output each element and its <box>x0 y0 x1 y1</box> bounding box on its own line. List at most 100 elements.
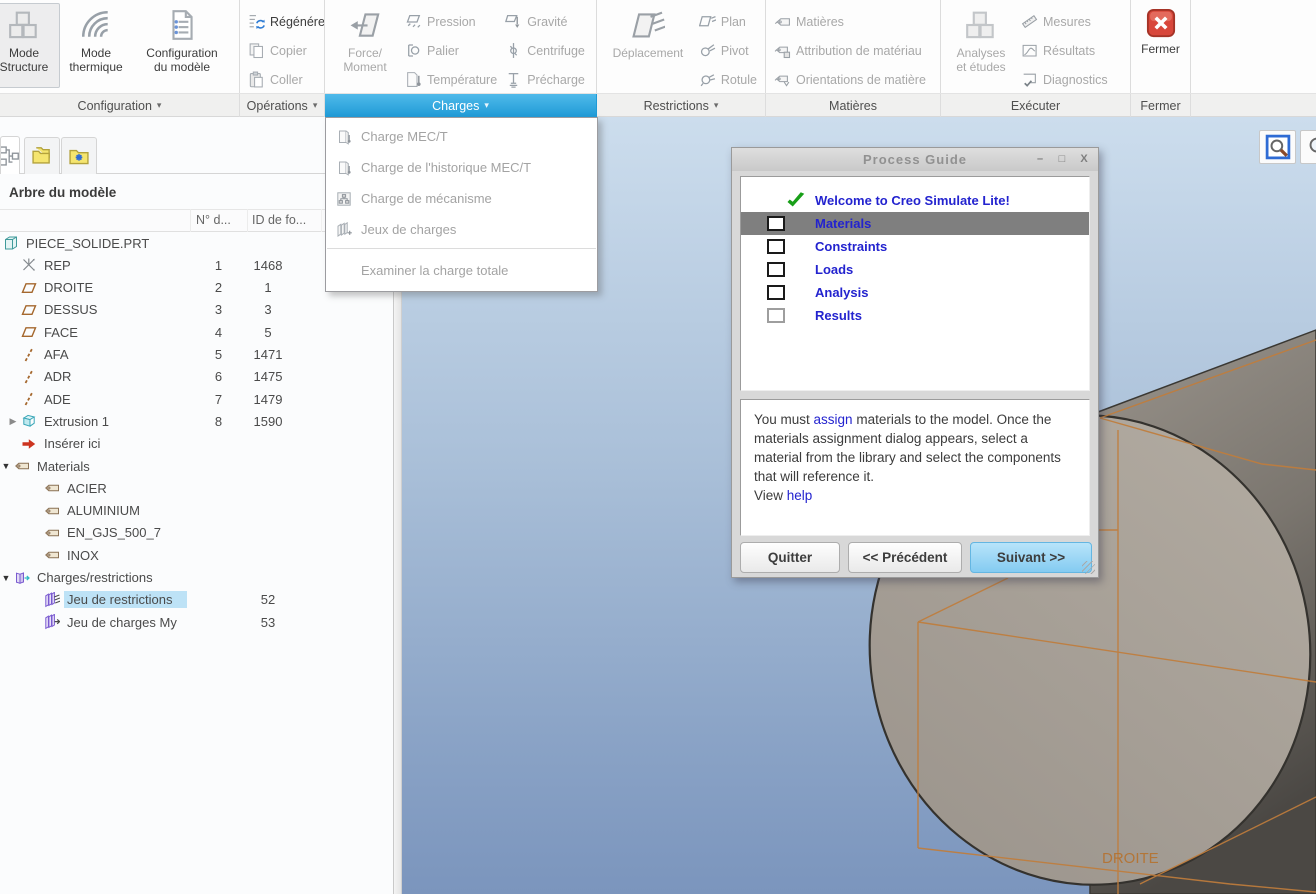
tree-row[interactable]: AFA 5 1471 <box>0 344 393 366</box>
menu-item-label: Charge MEC/T <box>361 129 448 144</box>
datum-plane-label: DROITE <box>1102 850 1159 867</box>
quit-button[interactable]: Quitter <box>740 542 840 573</box>
group-label-configuration[interactable]: Configuration ▾ <box>0 94 240 117</box>
bearing-button[interactable]: Palier <box>401 36 501 65</box>
ball-joint-icon <box>699 71 716 88</box>
menu-item-load-sets[interactable]: Jeux de charges <box>326 214 597 245</box>
button-label: du modèle <box>153 59 211 74</box>
resize-grip[interactable] <box>1082 561 1095 574</box>
zoom-button[interactable] <box>1300 130 1316 164</box>
assign-link[interactable]: assign <box>814 412 853 427</box>
checkbox[interactable] <box>767 285 785 300</box>
tab-model-tree[interactable] <box>0 136 20 174</box>
diagnostics-button[interactable]: Diagnostics <box>1017 65 1112 93</box>
model-setup-button[interactable]: Configuration du modèle <box>132 3 232 88</box>
tree-row[interactable]: DESSUS 3 3 <box>0 299 393 321</box>
material-orient-button[interactable]: Orientations de matière <box>770 65 930 93</box>
regenerate-button[interactable]: Régénérer <box>244 7 325 36</box>
checkbox[interactable] <box>767 239 785 254</box>
temperature-button[interactable]: Température <box>401 65 501 93</box>
process-step[interactable]: Constraints <box>741 235 1089 258</box>
mode-structure-button[interactable]: Mode Structure <box>0 3 60 88</box>
feature-id: 52 <box>260 592 276 608</box>
column-feature-id[interactable]: ID de fo... <box>252 213 318 227</box>
feature-number: 3 <box>214 302 223 318</box>
tree-row[interactable]: ADE 7 1479 <box>0 388 393 410</box>
tree-row[interactable]: ACIER <box>0 477 393 499</box>
preload-icon <box>505 71 522 88</box>
force-moment-button[interactable]: Force/Moment <box>329 3 401 88</box>
group-label-ex-cuter[interactable]: Exécuter <box>941 94 1131 117</box>
close-app-button[interactable]: Fermer <box>1135 3 1186 88</box>
group-label-charges[interactable]: Charges ▾ <box>325 94 597 117</box>
paste-button[interactable]: Coller <box>244 65 324 93</box>
tree-row[interactable]: ▼ Charges/restrictions <box>0 567 393 589</box>
mode-thermal-button[interactable]: Mode thermique <box>60 3 132 88</box>
tree-row[interactable]: Insérer ici <box>0 433 393 455</box>
tree-row[interactable]: FACE 4 5 <box>0 321 393 343</box>
material-assign-button[interactable]: Attribution de matériau <box>770 36 930 65</box>
plane-constraint-button[interactable]: Plan <box>695 7 761 36</box>
process-step[interactable]: Materials <box>741 212 1089 235</box>
tree-row[interactable]: INOX <box>0 544 393 566</box>
close-icon[interactable]: X <box>1076 151 1092 167</box>
menu-item-mect-history-load[interactable]: Charge de l'historique MEC/T <box>326 152 597 183</box>
material-tag-icon <box>44 525 60 541</box>
materials-button[interactable]: Matières <box>770 7 930 36</box>
checkbox[interactable] <box>767 308 785 323</box>
tree-row[interactable]: ▼ Materials <box>0 455 393 477</box>
collapse-arrow-icon[interactable]: ▼ <box>1 573 11 583</box>
pivot-button[interactable]: Pivot <box>695 36 761 65</box>
help-link[interactable]: help <box>787 488 813 503</box>
minimize-icon[interactable]: – <box>1032 151 1048 167</box>
process-step[interactable]: Welcome to Creo Simulate Lite! <box>741 189 1089 212</box>
displacement-button[interactable]: Déplacement <box>601 3 695 88</box>
group-label-op-rations[interactable]: Opérations ▾ <box>240 94 325 117</box>
expand-arrow-icon[interactable]: ▶ <box>8 416 18 427</box>
button-label: Régénérer <box>270 14 325 29</box>
step-label: Loads <box>815 262 854 277</box>
tree-row-label: Insérer ici <box>44 436 101 452</box>
checkbox[interactable] <box>767 216 785 231</box>
maximize-icon[interactable]: □ <box>1054 151 1070 167</box>
results-button[interactable]: Résultats <box>1017 36 1112 65</box>
tree-row[interactable]: Jeu de restrictions 52 <box>0 589 393 611</box>
load-sets-icon <box>336 221 352 238</box>
gravity-button[interactable]: Gravité <box>501 7 589 36</box>
group-label-restrictions[interactable]: Restrictions ▾ <box>597 94 766 117</box>
centrifugal-button[interactable]: Centrifuge <box>501 36 589 65</box>
tab-favorites[interactable] <box>61 137 97 174</box>
menu-item-label: Charge de mécanisme <box>361 191 492 206</box>
menu-item-mect-load[interactable]: Charge MEC/T <box>326 121 597 152</box>
copy-button[interactable]: Copier <box>244 36 324 65</box>
tab-folders[interactable] <box>24 137 60 174</box>
group-label-text: Matières <box>829 98 877 113</box>
pressure-button[interactable]: Pression <box>401 7 501 36</box>
tree-row[interactable]: Jeu de charges My 53 <box>0 611 393 633</box>
next-button[interactable]: Suivant >> <box>970 542 1092 573</box>
preload-button[interactable]: Précharge <box>501 65 589 93</box>
button-label: Attribution de matériau <box>796 43 922 58</box>
group-label-fermer[interactable]: Fermer <box>1131 94 1191 117</box>
column-feature-number[interactable]: N° d... <box>196 213 246 227</box>
process-step[interactable]: Loads <box>741 258 1089 281</box>
measures-button[interactable]: Mesures <box>1017 7 1112 36</box>
menu-item-review-total-load[interactable]: Examiner la charge totale <box>326 252 597 288</box>
zoom-box-button[interactable] <box>1259 130 1296 164</box>
tree-row[interactable]: ▶ Extrusion 1 8 1590 <box>0 410 393 432</box>
tree-row[interactable]: EN_GJS_500_7 <box>0 522 393 544</box>
tree-row[interactable]: ADR 6 1475 <box>0 366 393 388</box>
tree-row[interactable]: ALUMINIUM <box>0 500 393 522</box>
process-step[interactable]: Results <box>741 304 1089 327</box>
process-step[interactable]: Analysis <box>741 281 1089 304</box>
dialog-titlebar[interactable]: Process Guide – □ X <box>732 148 1098 171</box>
ball-joint-button[interactable]: Rotule <box>695 65 761 93</box>
checkbox[interactable] <box>767 262 785 277</box>
analyses-button[interactable]: Analyses et études <box>945 3 1017 88</box>
button-label: Gravité <box>527 14 568 29</box>
menu-item-mechanism-load[interactable]: Charge de mécanisme <box>326 183 597 214</box>
previous-button[interactable]: << Précédent <box>848 542 962 573</box>
collapse-arrow-icon[interactable]: ▼ <box>1 461 11 471</box>
ribbon-column: Pression Palier Température <box>401 3 501 93</box>
group-label-mati-res[interactable]: Matières <box>766 94 941 117</box>
